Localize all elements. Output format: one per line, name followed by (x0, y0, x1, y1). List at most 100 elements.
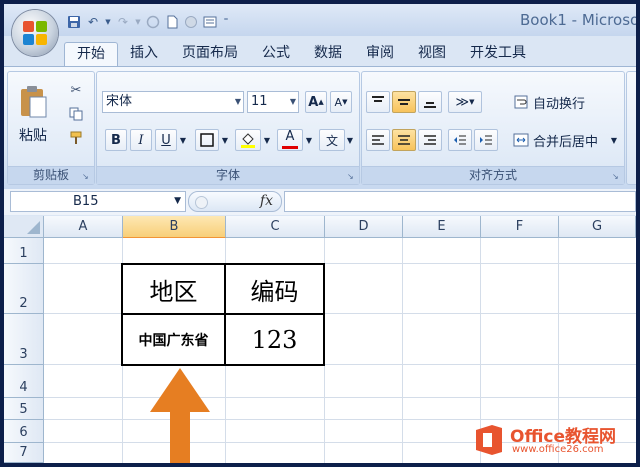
phonetic-dropdown-icon[interactable]: ▼ (345, 129, 355, 151)
clipboard-group: 粘贴 ✂ 剪贴板 ↘ (7, 71, 95, 185)
decrease-indent-button[interactable] (448, 129, 472, 151)
row-header-6[interactable]: 6 (4, 420, 44, 443)
disabled-circle-icon[interactable] (183, 14, 199, 30)
align-center-button[interactable] (392, 129, 416, 151)
scissors-icon: ✂ (70, 82, 82, 98)
underline-dropdown-icon[interactable]: ▼ (178, 129, 188, 151)
ribbon: 粘贴 ✂ 剪贴板 ↘ 宋体 ▼ 11 ▼ A ▲ A ▼ B I U ▼ ▼ ▼… (4, 66, 636, 190)
undo-dropdown-icon[interactable]: ▼ (104, 14, 112, 30)
bold-button[interactable]: B (105, 129, 127, 151)
align-right-button[interactable] (418, 129, 442, 151)
tab-data[interactable]: 数据 (302, 42, 354, 66)
formula-bar: B15 ▼ fx (4, 189, 636, 215)
orientation-button[interactable]: ≫ ▼ (448, 91, 482, 113)
watermark: Office教程网 www.office26.com (472, 420, 632, 460)
cell-b2[interactable]: 地区 (121, 263, 226, 315)
italic-button[interactable]: I (130, 129, 152, 151)
tab-view[interactable]: 视图 (406, 42, 458, 66)
phonetic-icon: 文 (325, 133, 338, 148)
cut-button[interactable]: ✂ (66, 80, 86, 100)
row-header-4[interactable]: 4 (4, 365, 44, 398)
copy-button[interactable] (66, 104, 86, 124)
customize-qat-icon[interactable]: ⁼ (221, 14, 231, 30)
orientation-icon: ≫ (455, 94, 470, 110)
row-header-3[interactable]: 3 (4, 314, 44, 365)
cell-c3[interactable]: 123 (224, 313, 325, 366)
grow-font-button[interactable]: A ▲ (305, 91, 327, 113)
paste-icon (21, 86, 47, 118)
cell-b3[interactable]: 中国广东省 (121, 313, 226, 366)
tab-developer[interactable]: 开发工具 (458, 42, 538, 66)
column-header-b[interactable]: B (123, 216, 226, 238)
wrap-text-icon (510, 91, 532, 113)
circle-icon (195, 196, 208, 209)
merge-center-icon (510, 129, 532, 151)
underline-button[interactable]: U (155, 129, 177, 151)
chevron-down-icon: ▼ (289, 97, 296, 106)
dialog-launcher-icon[interactable]: ↘ (347, 172, 356, 181)
fill-color-button[interactable] (235, 129, 261, 151)
formula-input[interactable] (284, 191, 636, 212)
align-right-icon (424, 135, 436, 145)
arrow-up-icon (150, 368, 210, 463)
column-header-e[interactable]: E (403, 216, 481, 238)
office-logo-icon (23, 21, 47, 45)
copy-icon (69, 107, 83, 121)
row-header-5[interactable]: 5 (4, 398, 44, 420)
borders-dropdown-icon[interactable]: ▼ (220, 129, 230, 151)
column-header-a[interactable]: A (44, 216, 123, 238)
align-middle-button[interactable] (392, 91, 416, 113)
row-header-2[interactable]: 2 (4, 264, 44, 314)
increase-indent-icon (480, 135, 492, 145)
tab-insert[interactable]: 插入 (118, 42, 170, 66)
font-color-dropdown-icon[interactable]: ▼ (304, 129, 314, 151)
chevron-down-icon: ▼ (174, 196, 181, 206)
borders-button[interactable] (195, 129, 219, 151)
shrink-font-button[interactable]: A ▼ (330, 91, 352, 113)
format-painter-button[interactable] (66, 128, 86, 148)
wrap-text-button[interactable]: 自动换行 (533, 93, 585, 112)
dialog-launcher-icon[interactable]: ↘ (82, 172, 91, 181)
tab-home[interactable]: 开始 (64, 42, 118, 67)
align-center-icon (398, 135, 410, 145)
new-document-icon[interactable] (164, 14, 180, 30)
office-button[interactable] (12, 10, 58, 56)
align-top-icon (372, 96, 384, 102)
font-name-combo[interactable]: 宋体 ▼ (102, 91, 244, 113)
tab-review[interactable]: 审阅 (354, 42, 406, 66)
column-header-d[interactable]: D (325, 216, 403, 238)
font-group: 宋体 ▼ 11 ▼ A ▲ A ▼ B I U ▼ ▼ ▼ A ▼ 文 ▼ 字体… (96, 71, 360, 185)
save-icon[interactable] (66, 14, 82, 30)
tab-formulas[interactable]: 公式 (250, 42, 302, 66)
increase-indent-button[interactable] (474, 129, 498, 151)
font-color-button[interactable]: A (277, 129, 303, 151)
column-header-c[interactable]: C (226, 216, 325, 238)
merge-dropdown-icon[interactable]: ▼ (609, 129, 619, 151)
dialog-launcher-icon[interactable]: ↘ (612, 172, 621, 181)
row-header-7[interactable]: 7 (4, 443, 44, 463)
document-title: Book1 - Microso (520, 11, 636, 29)
align-top-button[interactable] (366, 91, 390, 113)
undo-icon[interactable]: ↶ (85, 14, 101, 30)
form-icon[interactable] (202, 14, 218, 30)
phonetic-button[interactable]: 文 (319, 129, 345, 151)
align-left-button[interactable] (366, 129, 390, 151)
fill-color-dropdown-icon[interactable]: ▼ (262, 129, 272, 151)
paste-button[interactable]: 粘贴 (13, 78, 53, 152)
redo-icon[interactable]: ↷ (115, 14, 131, 30)
align-left-icon (372, 135, 384, 145)
insert-function-pill[interactable]: fx (188, 191, 282, 212)
cell-c2[interactable]: 编码 (224, 263, 325, 315)
circle-icon[interactable] (145, 14, 161, 30)
row-header-1[interactable]: 1 (4, 238, 44, 264)
font-size-combo[interactable]: 11 ▼ (247, 91, 299, 113)
tab-page-layout[interactable]: 页面布局 (170, 42, 250, 66)
redo-dropdown-icon[interactable]: ▼ (134, 14, 142, 30)
align-bottom-button[interactable] (418, 91, 442, 113)
column-header-g[interactable]: G (559, 216, 636, 238)
name-box[interactable]: B15 ▼ (10, 191, 186, 212)
select-all-corner[interactable] (4, 216, 44, 238)
merge-center-button[interactable]: 合并后居中 (533, 131, 598, 150)
watermark-url: www.office26.com (512, 444, 604, 455)
column-header-f[interactable]: F (481, 216, 559, 238)
